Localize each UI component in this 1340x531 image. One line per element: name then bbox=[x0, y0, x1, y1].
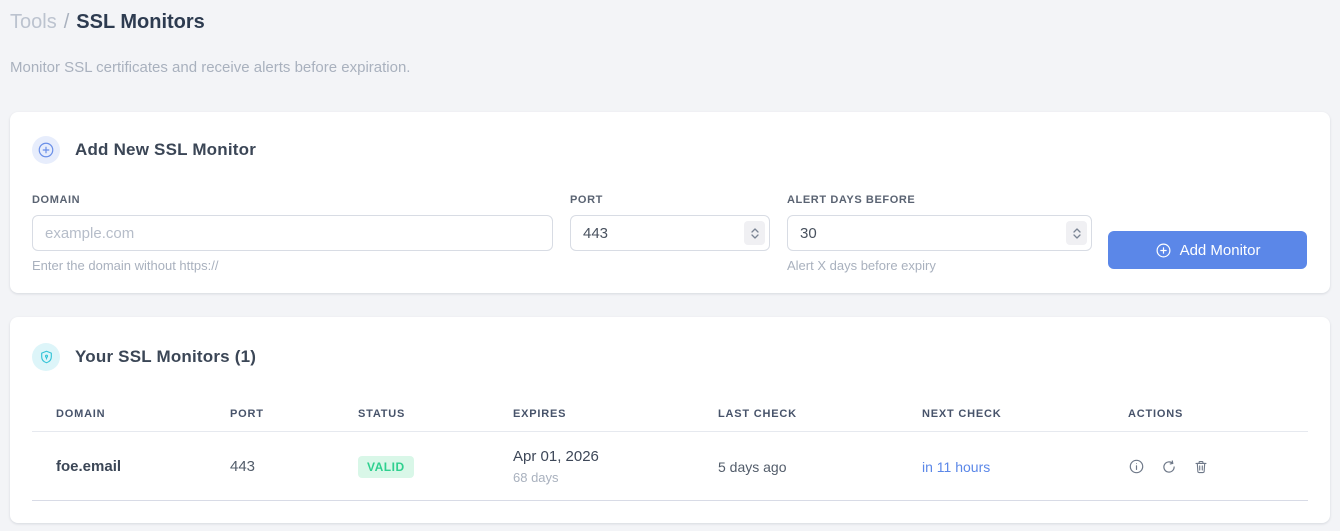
table-row: foe.email 443 VALID Apr 01, 2026 68 days… bbox=[32, 431, 1308, 501]
delete-button[interactable] bbox=[1193, 459, 1209, 475]
add-monitor-button[interactable]: Add Monitor bbox=[1108, 231, 1307, 269]
page-subtitle: Monitor SSL certificates and receive ale… bbox=[10, 59, 411, 76]
alert-days-label: ALERT DAYS BEFORE bbox=[787, 194, 916, 206]
alert-days-input[interactable] bbox=[787, 215, 1092, 251]
monitors-card-title: Your SSL Monitors (1) bbox=[75, 347, 257, 366]
domain-input-wrap bbox=[32, 215, 553, 251]
add-monitor-title: Add New SSL Monitor bbox=[75, 140, 257, 159]
monitor-next-check: in 11 hours bbox=[898, 431, 1104, 501]
refresh-button[interactable] bbox=[1161, 459, 1177, 475]
plus-circle-icon bbox=[32, 136, 60, 164]
breadcrumb-separator: / bbox=[63, 11, 70, 33]
plus-circle-icon bbox=[1156, 243, 1171, 257]
monitors-table: DOMAIN PORT STATUS EXPIRES LAST CHECK NE… bbox=[32, 396, 1308, 501]
page-title: SSL Monitors bbox=[76, 11, 205, 33]
monitor-port: 443 bbox=[206, 431, 334, 501]
add-monitor-form: DOMAIN Enter the domain without https://… bbox=[32, 194, 1308, 274]
column-header-port: PORT bbox=[206, 396, 334, 432]
chevron-down-icon bbox=[1072, 233, 1081, 239]
column-header-last-check: LAST CHECK bbox=[694, 396, 898, 432]
alert-days-helper-text: Alert X days before expiry bbox=[787, 258, 936, 273]
add-monitor-card-header: Add New SSL Monitor bbox=[32, 136, 1308, 164]
port-field-group: PORT bbox=[570, 194, 770, 251]
port-input-wrap bbox=[570, 215, 770, 251]
add-monitor-card: Add New SSL Monitor DOMAIN Enter the dom… bbox=[10, 112, 1330, 293]
row-actions bbox=[1128, 458, 1284, 475]
column-header-domain: DOMAIN bbox=[32, 396, 206, 432]
alert-days-field-group: ALERT DAYS BEFORE Alert X days before ex… bbox=[787, 194, 1092, 274]
column-header-expires: EXPIRES bbox=[489, 396, 694, 432]
expires-date: Apr 01, 2026 bbox=[513, 448, 599, 465]
refresh-icon bbox=[1163, 459, 1175, 473]
status-badge: VALID bbox=[358, 455, 414, 478]
column-header-next-check: NEXT CHECK bbox=[898, 396, 1104, 432]
monitors-card-header: Your SSL Monitors (1) bbox=[32, 343, 1308, 371]
alert-days-stepper[interactable] bbox=[1066, 221, 1087, 245]
alert-days-input-wrap bbox=[787, 215, 1092, 251]
info-button[interactable] bbox=[1128, 458, 1145, 475]
monitor-last-check: 5 days ago bbox=[694, 431, 898, 501]
expires-days-remaining: 68 days bbox=[513, 470, 559, 485]
info-icon bbox=[1129, 459, 1144, 474]
add-monitor-button-label: Add Monitor bbox=[1179, 241, 1261, 259]
chevron-down-icon bbox=[750, 233, 759, 239]
shield-lock-icon bbox=[32, 343, 60, 371]
trash-icon bbox=[1195, 460, 1207, 473]
breadcrumb: Tools / SSL Monitors bbox=[10, 8, 1330, 36]
domain-input[interactable] bbox=[32, 215, 553, 251]
chevron-up-icon bbox=[750, 227, 759, 233]
column-header-actions: ACTIONS bbox=[1104, 396, 1308, 432]
monitor-domain: foe.email bbox=[32, 431, 206, 501]
table-header-row: DOMAIN PORT STATUS EXPIRES LAST CHECK NE… bbox=[32, 396, 1308, 432]
port-input[interactable] bbox=[570, 215, 770, 251]
column-header-status: STATUS bbox=[334, 396, 489, 432]
domain-field-group: DOMAIN Enter the domain without https:// bbox=[32, 194, 553, 274]
domain-helper-text: Enter the domain without https:// bbox=[32, 258, 219, 273]
ssl-monitors-page: Tools / SSL Monitors Monitor SSL certifica… bbox=[0, 0, 1340, 523]
chevron-up-icon bbox=[1072, 227, 1081, 233]
submit-column: Add Monitor bbox=[1108, 231, 1308, 269]
monitor-expires-cell: Apr 01, 2026 68 days bbox=[489, 431, 694, 501]
domain-label: DOMAIN bbox=[32, 194, 81, 206]
monitor-actions-cell bbox=[1104, 431, 1308, 501]
monitor-status-cell: VALID bbox=[334, 431, 489, 501]
port-stepper[interactable] bbox=[744, 221, 765, 245]
breadcrumb-tools-link[interactable]: Tools bbox=[10, 11, 57, 33]
port-label: PORT bbox=[570, 194, 603, 206]
monitors-list-card: Your SSL Monitors (1) DOMAIN PORT STATUS… bbox=[10, 317, 1330, 523]
